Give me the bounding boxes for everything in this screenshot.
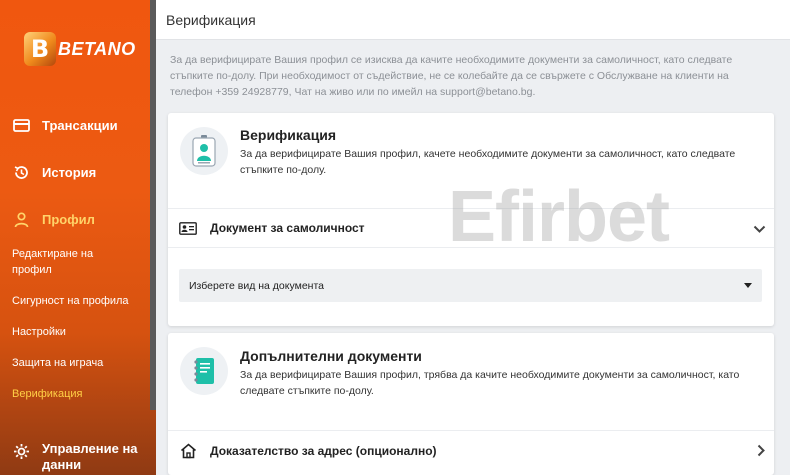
sidebar-subitem-verification[interactable]: Верификация bbox=[12, 386, 83, 402]
select-value: Изберете вид на документа bbox=[189, 279, 324, 292]
sidebar-item-label: История bbox=[42, 164, 97, 180]
additional-documents-card: Допълнителни документи За да верифицират… bbox=[168, 333, 774, 475]
chevron-right-icon[interactable] bbox=[757, 444, 766, 462]
sidebar-item-label: Профил bbox=[42, 211, 95, 227]
card-description: За да верифицирате Вашия профил, трябва … bbox=[240, 369, 740, 397]
sidebar-item-label: Управление на данни bbox=[42, 441, 138, 472]
sidebar-subitem-profile-security[interactable]: Сигурност на профила bbox=[12, 293, 129, 309]
home-icon bbox=[178, 442, 198, 459]
betano-logo[interactable]: B BETANO bbox=[24, 32, 136, 66]
betano-logo-icon: B bbox=[24, 32, 56, 66]
row-label: Документ за самоличност bbox=[210, 221, 365, 235]
sidebar-subitem-settings[interactable]: Настройки bbox=[12, 324, 66, 340]
caret-down-icon bbox=[744, 283, 752, 288]
id-badge-icon bbox=[180, 127, 228, 175]
identity-document-row[interactable]: Документ за самоличност bbox=[168, 208, 774, 248]
page-header: Верификация bbox=[156, 0, 790, 40]
sidebar-subitem-player-protection[interactable]: Защита на играча bbox=[12, 355, 103, 371]
sidebar-scrollbar[interactable] bbox=[150, 0, 156, 410]
chevron-down-icon[interactable] bbox=[753, 221, 766, 239]
settings-icon bbox=[12, 442, 30, 460]
card-description: За да верифицирате Вашия профил, качете … bbox=[240, 148, 736, 176]
intro-text: За да верифицирате Вашия профил се изиск… bbox=[170, 54, 733, 98]
logo-text: BETANO bbox=[58, 38, 136, 59]
sidebar-item-transactions[interactable]: Трансакции bbox=[12, 116, 118, 134]
card-icon bbox=[12, 116, 30, 134]
card-title: Допълнителни документи bbox=[240, 348, 422, 364]
id-card-icon bbox=[178, 221, 198, 235]
sidebar-item-data-management[interactable]: Управление на данни bbox=[12, 441, 142, 473]
page-title: Верификация bbox=[166, 12, 256, 28]
card-title: Верификация bbox=[240, 127, 337, 143]
sidebar-item-profile[interactable]: Профил bbox=[12, 210, 95, 228]
proof-of-address-row[interactable]: Доказателство за адрес (опционално) bbox=[168, 430, 774, 470]
row-label: Доказателство за адрес (опционално) bbox=[210, 443, 437, 458]
document-type-select[interactable]: Изберете вид на документа bbox=[179, 269, 762, 302]
user-icon bbox=[12, 210, 30, 228]
sidebar-item-label: Трансакции bbox=[42, 117, 118, 133]
history-icon bbox=[12, 163, 30, 181]
sidebar-item-history[interactable]: История bbox=[12, 163, 96, 181]
sidebar-subitem-edit-profile[interactable]: Редактиране на профил bbox=[12, 246, 132, 278]
verification-card: Верификация За да верифицирате Вашия про… bbox=[168, 113, 774, 326]
sidebar: B BETANO Трансакции История Профил Редак… bbox=[0, 0, 156, 475]
notebook-icon bbox=[180, 347, 228, 395]
